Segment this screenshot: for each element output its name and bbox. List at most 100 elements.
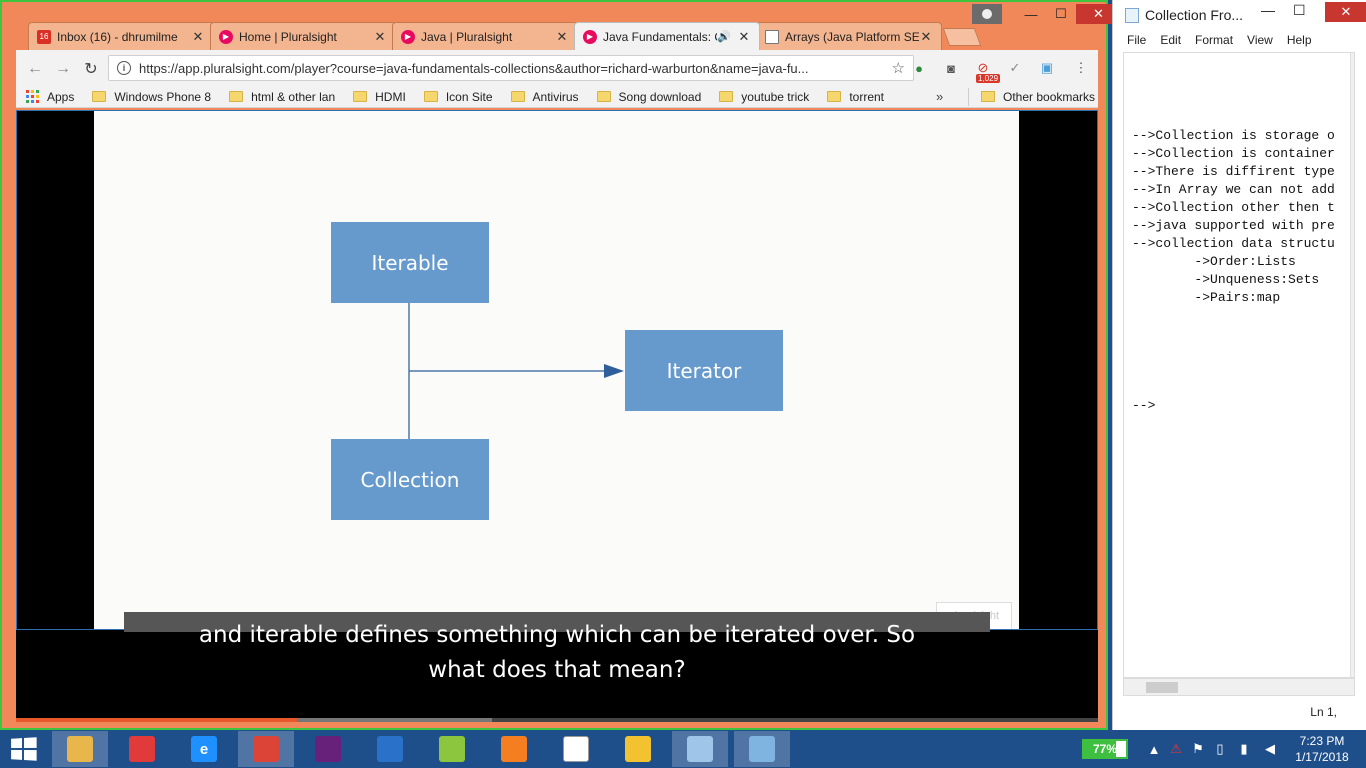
caption-line-1: and iterable defines something which can… xyxy=(198,622,916,648)
chrome-window: — ☐ ✕ 16 Inbox (16) - dhrumilme ✕ ▶ Home | P… xyxy=(0,0,1121,730)
taskbar-app[interactable] xyxy=(548,731,604,767)
alert-icon[interactable]: ⚠ xyxy=(1168,741,1184,757)
taskbar-app[interactable] xyxy=(114,731,170,767)
bookmark-folder[interactable]: html & other lan xyxy=(229,90,335,104)
browser-tab[interactable]: ▶ Java | Pluralsight ✕ xyxy=(392,22,578,50)
text-line xyxy=(1132,379,1335,397)
caption-line-2: what does that mean? xyxy=(428,657,686,683)
bookmark-folder[interactable]: youtube trick xyxy=(719,90,809,104)
folder-icon xyxy=(719,91,734,102)
taskbar-app[interactable] xyxy=(300,731,356,767)
tab-close-icon[interactable]: ✕ xyxy=(373,29,387,45)
bookmark-folder[interactable]: torrent xyxy=(827,90,884,104)
taskbar-app[interactable] xyxy=(238,731,294,767)
video-player[interactable]: Iterable Iterator Collection pluralsight… xyxy=(16,110,1098,722)
battery-meter[interactable]: 77% xyxy=(1082,739,1128,759)
translate-extension-icon[interactable]: ▣ xyxy=(1038,59,1056,77)
visual-studio-blue-icon xyxy=(377,736,403,762)
menu-help[interactable]: Help xyxy=(1287,33,1312,47)
info-icon[interactable]: i xyxy=(117,61,131,75)
bookmark-folder[interactable]: Antivirus xyxy=(510,89,579,104)
browser-tab[interactable]: 16 Inbox (16) - dhrumilme ✕ xyxy=(28,22,214,50)
taskbar-app[interactable] xyxy=(362,731,418,767)
bookmarks-bar: Apps Windows Phone 8 html & other lan HDMI I… xyxy=(16,86,1098,108)
check-extension-icon[interactable]: ✓ xyxy=(1006,59,1024,77)
scroll-thumb[interactable] xyxy=(1146,682,1178,693)
taskbar-app[interactable]: e xyxy=(176,731,232,767)
menu-kebab-icon[interactable]: ⋮ xyxy=(1072,59,1090,77)
new-tab-button[interactable] xyxy=(942,28,982,46)
power-icon[interactable]: ▯ xyxy=(1212,741,1228,757)
bookmark-label: Windows Phone 8 xyxy=(114,89,212,104)
profile-button[interactable] xyxy=(972,4,1002,24)
notepad-vertical-scrollbar[interactable] xyxy=(1350,53,1354,677)
notepad-window: Collection Fro... — ☐ ✕ File Edit Format Vi… xyxy=(1112,0,1366,730)
audio-playing-icon[interactable]: 🔊 xyxy=(717,30,731,43)
text-line: ->Unqueness:Sets xyxy=(1132,272,1320,287)
internet-explorer-icon: e xyxy=(191,736,217,762)
tray-overflow-icon[interactable]: ▲ xyxy=(1146,741,1162,757)
bookmark-folder[interactable]: Icon Site xyxy=(423,90,493,104)
collection-node: Collection xyxy=(331,439,489,520)
maximize-button[interactable]: ☐ xyxy=(1046,4,1076,24)
browser-tab[interactable]: ▶ Java Fundamentals: C 🔊 ✕ xyxy=(574,22,760,50)
globe-extension-icon[interactable]: ● xyxy=(910,59,928,77)
bookmark-label: Apps xyxy=(47,89,75,104)
progress-bar[interactable] xyxy=(16,718,1098,722)
tab-close-icon[interactable]: ✕ xyxy=(919,29,933,45)
bookmark-folder[interactable]: HDMI xyxy=(353,90,406,104)
address-bar[interactable]: i https://app.pluralsight.com/player?cou… xyxy=(108,55,914,81)
tab-title: Inbox (16) - dhrumilme xyxy=(57,29,178,44)
text-line: -->collection data structu xyxy=(1132,236,1335,251)
iterable-node: Iterable xyxy=(331,222,489,303)
taskbar-app[interactable] xyxy=(610,731,666,767)
minimize-button[interactable]: — xyxy=(1016,4,1046,24)
browser-tab[interactable]: Arrays (Java Platform SE ✕ xyxy=(756,22,942,50)
bookmark-folder[interactable]: Windows Phone 8 xyxy=(92,90,211,104)
tab-title: Home | Pluralsight xyxy=(239,29,337,44)
camera-extension-icon[interactable]: ◙ xyxy=(942,59,960,77)
notepad-text[interactable]: -->Collection is storage o -->Collection … xyxy=(1132,127,1335,415)
windows-start-button[interactable] xyxy=(11,737,37,761)
bookmarks-overflow-button[interactable]: » xyxy=(936,89,943,104)
text-line: ->Order:Lists xyxy=(1132,254,1296,269)
menu-file[interactable]: File xyxy=(1127,33,1146,47)
forward-arrow-icon[interactable]: → xyxy=(52,58,74,80)
clock[interactable]: 7:23 PM 1/17/2018 xyxy=(1290,733,1354,765)
bookmark-label: Antivirus xyxy=(532,89,579,104)
signal-icon[interactable]: ▮ xyxy=(1236,741,1252,757)
progress-played xyxy=(16,718,298,722)
taskbar-app[interactable] xyxy=(52,731,108,767)
text-line xyxy=(1132,343,1335,361)
menu-edit[interactable]: Edit xyxy=(1160,33,1181,47)
taskbar-app[interactable] xyxy=(486,731,542,767)
browser-tab[interactable]: ▶ Home | Pluralsight ✕ xyxy=(210,22,396,50)
menu-format[interactable]: Format xyxy=(1195,33,1233,47)
notepad-status-bar: Ln 1, xyxy=(1123,700,1355,724)
volume-icon[interactable]: ◀ xyxy=(1262,741,1278,757)
taskbar-app[interactable] xyxy=(424,731,480,767)
url-text[interactable]: https://app.pluralsight.com/player?cours… xyxy=(139,61,892,76)
slide: Iterable Iterator Collection pluralsight xyxy=(94,110,1019,630)
bookmark-star-icon[interactable]: ☆ xyxy=(892,59,905,77)
notepad-minimize-button[interactable]: — xyxy=(1261,2,1275,18)
bookmark-folder[interactable]: Song download xyxy=(596,90,701,104)
tab-close-icon[interactable]: ✕ xyxy=(555,29,569,45)
flag-icon[interactable]: ⚑ xyxy=(1190,741,1206,757)
notepad-text-area[interactable]: -->Collection is storage o -->Collection … xyxy=(1123,52,1355,678)
notepad-close-button[interactable]: ✕ xyxy=(1325,2,1366,22)
taskbar-app[interactable] xyxy=(734,731,790,767)
menu-view[interactable]: View xyxy=(1247,33,1273,47)
other-bookmarks-label: Other bookmarks xyxy=(1003,89,1096,104)
apps-shortcut[interactable]: Apps xyxy=(26,90,74,104)
notepad-maximize-button[interactable]: ☐ xyxy=(1293,2,1306,19)
tab-close-icon[interactable]: ✕ xyxy=(737,29,751,45)
reload-icon[interactable]: ↻ xyxy=(80,58,102,80)
text-line: -->In Array we can not add xyxy=(1132,182,1335,197)
notepad-horizontal-scrollbar[interactable] xyxy=(1123,678,1355,696)
taskbar-app[interactable] xyxy=(672,731,728,767)
database-tools-icon xyxy=(625,736,651,762)
tab-close-icon[interactable]: ✕ xyxy=(191,29,205,45)
other-bookmarks-folder[interactable]: Other bookmarks xyxy=(968,87,1096,106)
back-arrow-icon[interactable]: ← xyxy=(24,58,46,80)
